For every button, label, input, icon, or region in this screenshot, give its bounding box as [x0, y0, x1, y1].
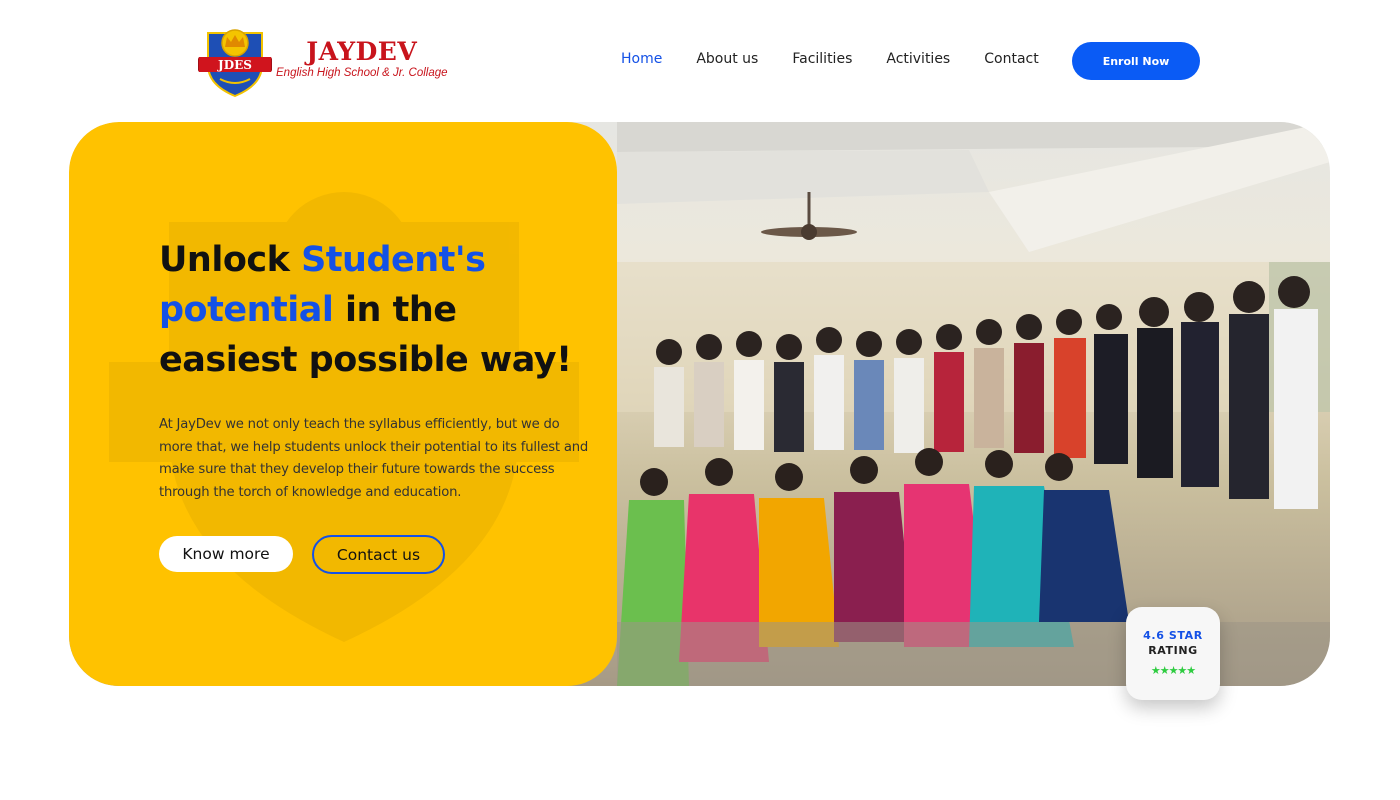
nav-facilities[interactable]: Facilities — [792, 51, 852, 67]
rating-label: RATING — [1148, 644, 1198, 657]
svg-text:JDES: JDES — [217, 58, 252, 72]
rating-card: 4.6 STAR RATING ★★★★★ — [1126, 607, 1220, 700]
main-nav: Home About us Facilities Activities Cont… — [621, 51, 1073, 67]
nav-about-us[interactable]: About us — [696, 51, 758, 67]
hero-headline: Unlock Student's potential in the easies… — [159, 240, 572, 380]
hero-section: Unlock Student's potential in the easies… — [69, 122, 1330, 686]
nav-contact[interactable]: Contact — [984, 51, 1038, 67]
enroll-now-button[interactable]: Enroll Now — [1072, 42, 1200, 80]
nav-home[interactable]: Home — [621, 51, 662, 67]
nav-activities[interactable]: Activities — [886, 51, 950, 67]
hero-text-panel: Unlock Student's potential in the easies… — [69, 122, 617, 686]
contact-us-button[interactable]: Contact us — [312, 535, 445, 574]
know-more-button[interactable]: Know more — [159, 536, 293, 572]
brand-subtitle: English High School & Jr. Collage — [276, 67, 448, 79]
school-logo[interactable]: JDES JAYDEV English High School & Jr. Co… — [198, 25, 448, 99]
shield-emblem-icon: JDES — [198, 29, 272, 98]
rating-stars-icon: ★★★★★ — [1150, 664, 1196, 677]
hero-description: At JayDev we not only teach the syllabus… — [159, 417, 589, 500]
brand-name: JAYDEV — [306, 37, 418, 66]
rating-value: 4.6 STAR — [1143, 629, 1203, 642]
